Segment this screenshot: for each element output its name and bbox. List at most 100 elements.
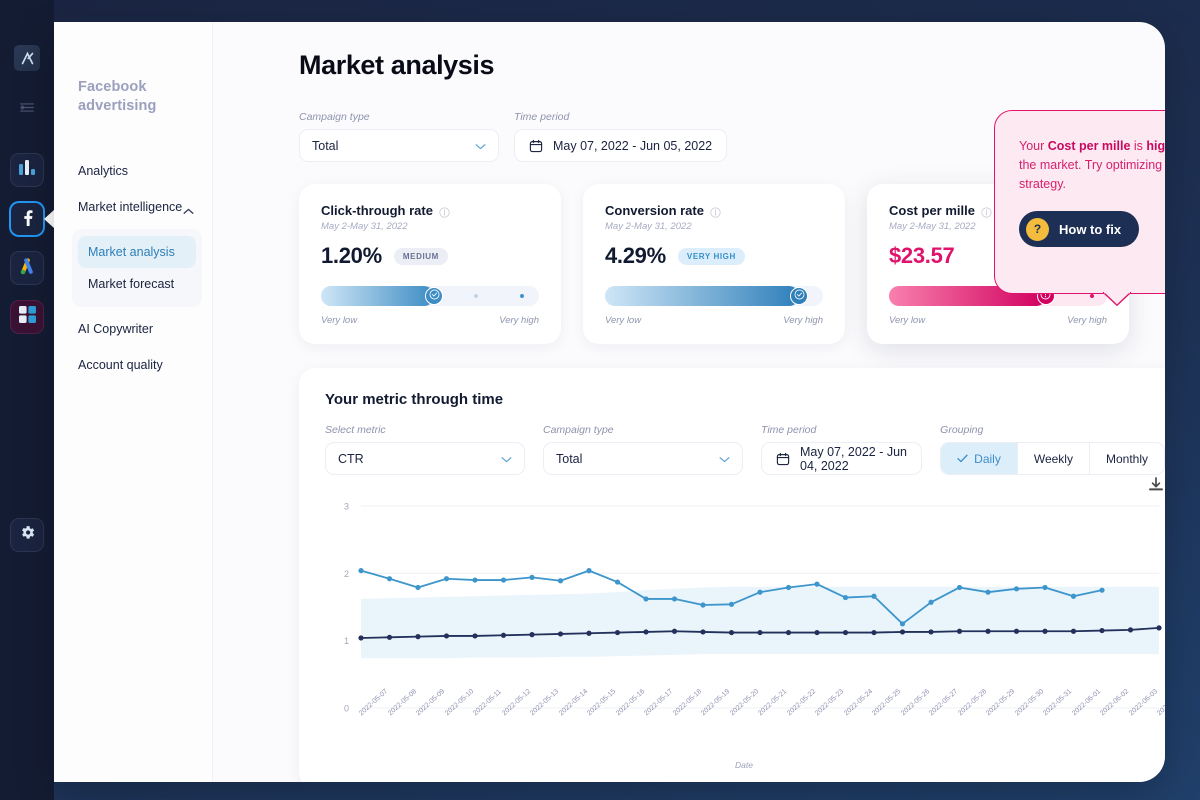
status-badge: MEDIUM: [394, 248, 448, 265]
insight-metric-name: Cost per mille: [1048, 139, 1131, 153]
grid-icon: [18, 305, 37, 329]
grouping-option-weekly[interactable]: Weekly: [1018, 443, 1090, 474]
sidebar-item-market-intelligence[interactable]: Market intelligence: [78, 189, 212, 225]
gauge-fill: [605, 286, 799, 306]
analytics-app[interactable]: [10, 153, 44, 187]
chart-time-period-label: Time period: [761, 424, 922, 436]
chart-time-period-picker[interactable]: May 07, 2022 - Jun 04, 2022: [761, 442, 922, 475]
gauge-legend: Very low Very high: [321, 315, 539, 326]
card-title: Conversion rate: [605, 203, 704, 218]
calendar-icon: [529, 139, 543, 153]
line-chart: 0123 2022-05-072022-05-082022-05-092022-…: [319, 498, 1165, 768]
chevron-down-icon: [719, 452, 730, 466]
app-root: Facebook advertising Analytics Market in…: [0, 0, 1200, 800]
google-ads-app[interactable]: [10, 251, 44, 285]
time-period-value: May 07, 2022 - Jun 05, 2022: [553, 139, 712, 153]
rail-app-list: [10, 153, 44, 334]
popover-tail: [1103, 292, 1131, 306]
sidebar-item-market-forecast[interactable]: Market forecast: [78, 268, 196, 300]
select-metric-dropdown[interactable]: CTR: [325, 442, 525, 475]
question-mark-icon: ?: [1026, 218, 1049, 241]
sidebar-items: Analytics Market intelligence Market ana…: [78, 153, 212, 383]
grouping-option-monthly[interactable]: Monthly: [1090, 443, 1164, 474]
facebook-app[interactable]: [10, 202, 44, 236]
grouping-option-label: Monthly: [1106, 452, 1148, 466]
grouping-filter: Grouping Daily Weekly: [940, 424, 1165, 475]
content-panel: Facebook advertising Analytics Market in…: [54, 22, 1165, 782]
campaign-type-filter: Campaign type Total: [299, 111, 499, 162]
apps-grid[interactable]: [10, 300, 44, 334]
sidebar-subitem-label: Market analysis: [88, 245, 175, 259]
gauge-low-label: Very low: [321, 315, 357, 326]
sidebar-nav: Facebook advertising Analytics Market in…: [54, 22, 213, 782]
brand-logo-icon[interactable]: [14, 45, 40, 71]
sidebar-item-ai-copywriter[interactable]: AI Copywriter: [78, 311, 212, 347]
card-date-range: May 2-May 31, 2022: [321, 221, 539, 232]
info-icon[interactable]: [439, 205, 450, 216]
how-to-fix-button[interactable]: ? How to fix: [1019, 211, 1139, 247]
gauge-legend: Very low Very high: [889, 315, 1107, 326]
card-value: 1.20%: [321, 243, 382, 269]
svg-text:0: 0: [344, 704, 349, 714]
sidebar-subitem-label: Market forecast: [88, 277, 174, 291]
insight-text: Your Cost per mille is high compared to …: [1019, 137, 1165, 193]
sidebar-subgroup: Market analysis Market forecast: [72, 229, 202, 307]
card-value: 4.29%: [605, 243, 666, 269]
download-icon: [1147, 481, 1165, 498]
chart-panel-title: Your metric through time: [325, 391, 1165, 408]
sidebar-item-label: AI Copywriter: [78, 322, 153, 336]
campaign-type-select[interactable]: Total: [299, 129, 499, 162]
gauge-marker: [790, 287, 808, 305]
grouping-label: Grouping: [940, 424, 1165, 436]
sidebar-item-account-quality[interactable]: Account quality: [78, 347, 212, 383]
gauge-tick-dot: [520, 294, 524, 298]
google-ads-icon: [17, 256, 37, 281]
select-metric-filter: Select metric CTR: [325, 424, 525, 475]
grouping-option-label: Daily: [974, 452, 1001, 466]
gauge-fill: [321, 286, 434, 306]
time-period-label: Time period: [514, 111, 727, 123]
metric-over-time-panel: Your metric through time Select metric C…: [299, 368, 1165, 782]
check-icon: [957, 452, 968, 466]
sidebar-item-analytics[interactable]: Analytics: [78, 153, 212, 189]
info-icon[interactable]: [981, 205, 992, 216]
svg-text:1: 1: [344, 636, 349, 646]
chart-campaign-type-filter: Campaign type Total: [543, 424, 743, 475]
card-header: Click-through rate: [321, 203, 539, 218]
chart-campaign-type-label: Campaign type: [543, 424, 743, 436]
gauge-high-label: Very high: [783, 315, 823, 326]
insight-level: high: [1146, 139, 1165, 153]
app-rail: [0, 0, 54, 800]
card-value: $23.57: [889, 243, 955, 269]
grouping-option-daily[interactable]: Daily: [941, 443, 1018, 474]
page-title: Market analysis: [299, 50, 1129, 81]
settings-button[interactable]: [10, 518, 44, 552]
chevron-down-icon: [501, 452, 512, 466]
select-metric-label: Select metric: [325, 424, 525, 436]
benchmark-gauge: [321, 286, 539, 306]
metric-card-ctr: Click-through rate May 2-May 31, 2022 1.…: [299, 184, 561, 344]
how-to-fix-label: How to fix: [1059, 222, 1121, 237]
chart-campaign-type-dropdown[interactable]: Total: [543, 442, 743, 475]
card-header: Conversion rate: [605, 203, 823, 218]
svg-text:3: 3: [344, 502, 349, 512]
info-icon[interactable]: [710, 205, 721, 216]
gauge-tick-dot: [474, 294, 478, 298]
time-period-filter: Time period May 07, 2022 - Jun 05, 2022: [514, 111, 727, 162]
svg-text:2: 2: [344, 569, 349, 579]
chart-filters: Select metric CTR Campaign type Total: [325, 424, 1165, 475]
select-metric-value: CTR: [338, 452, 364, 466]
chart-time-period-filter: Time period May 07, 2022 - Jun 04, 2022: [761, 424, 922, 475]
campaign-type-label: Campaign type: [299, 111, 499, 123]
sidebar-item-label: Market intelligence: [78, 200, 182, 214]
time-period-picker[interactable]: May 07, 2022 - Jun 05, 2022: [514, 129, 727, 162]
download-chart-button[interactable]: [1147, 476, 1165, 494]
gauge-low-label: Very low: [889, 315, 925, 326]
collapse-sidebar-icon[interactable]: [17, 99, 37, 115]
insight-text-mid: is: [1130, 139, 1146, 153]
sidebar-item-market-analysis[interactable]: Market analysis: [78, 236, 196, 268]
card-value-row: 1.20% MEDIUM: [321, 243, 539, 269]
sidebar-item-label: Analytics: [78, 164, 128, 178]
campaign-type-value: Total: [312, 139, 338, 153]
gauge-tick-dot: [1090, 294, 1094, 298]
